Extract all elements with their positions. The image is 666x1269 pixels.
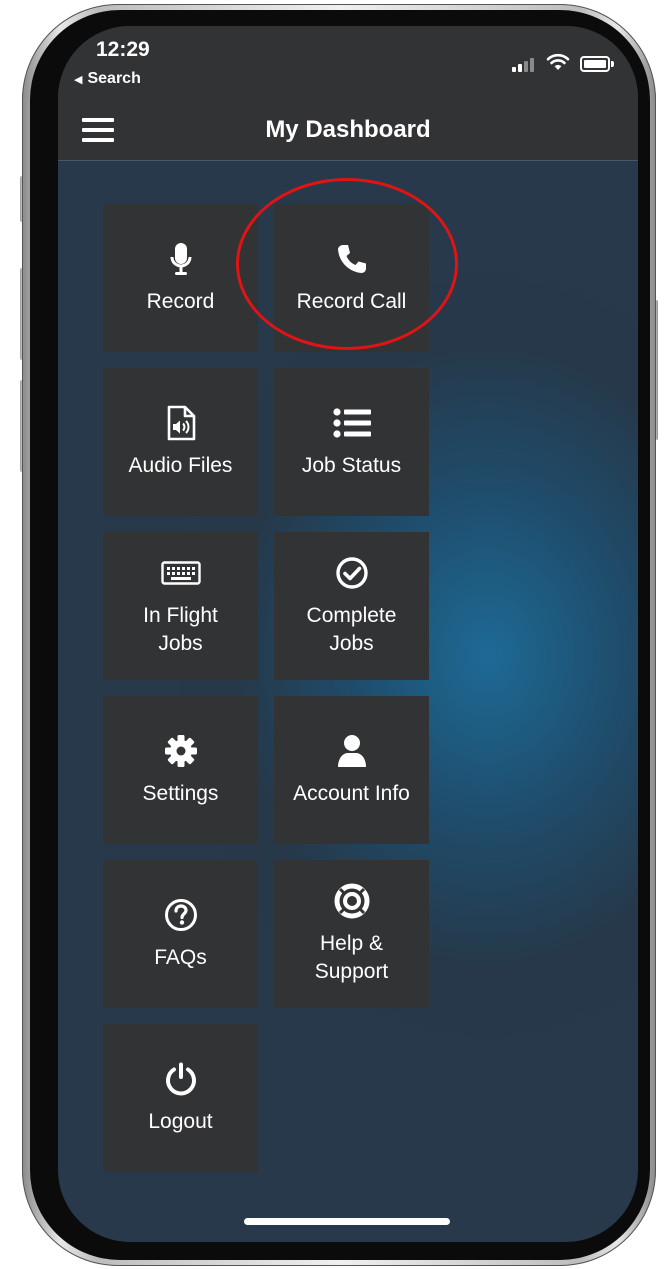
phone-icon: [336, 240, 368, 278]
job-status-label: Job Status: [301, 454, 402, 477]
in-flight-jobs-tile[interactable]: In Flight Jobs: [103, 532, 258, 680]
list-icon: [332, 404, 371, 442]
account-info-label: Account Info: [293, 782, 410, 805]
record-label: Record: [146, 290, 215, 313]
power-icon: [164, 1060, 198, 1098]
record-tile[interactable]: Record: [103, 204, 258, 352]
back-search-label: Search: [87, 70, 141, 87]
phone-screen: 12:29 ◀ Search My Dashboard Record Recor…: [58, 26, 638, 1242]
help-support-label: Help & Support: [314, 932, 389, 983]
logout-tile[interactable]: Logout: [103, 1024, 258, 1172]
faqs-tile[interactable]: FAQs: [103, 860, 258, 1008]
record-call-tile[interactable]: Record Call: [274, 204, 429, 352]
faqs-label: FAQs: [154, 946, 207, 969]
logout-label: Logout: [148, 1110, 213, 1133]
page-title: My Dashboard: [265, 116, 431, 143]
microphone-icon: [170, 240, 192, 278]
battery-icon: [580, 56, 610, 72]
app-header: My Dashboard: [58, 104, 638, 161]
account-info-tile[interactable]: Account Info: [274, 696, 429, 844]
audio-file-icon: [166, 404, 196, 442]
help-support-tile[interactable]: Help & Support: [274, 860, 429, 1008]
settings-tile[interactable]: Settings: [103, 696, 258, 844]
settings-label: Settings: [142, 782, 219, 805]
in-flight-jobs-label: In Flight Jobs: [143, 604, 218, 655]
check-circle-icon: [335, 554, 369, 592]
record-call-label: Record Call: [296, 290, 407, 313]
menu-icon[interactable]: [82, 118, 114, 144]
status-bar: 12:29 ◀ Search: [58, 26, 638, 104]
home-indicator: [244, 1218, 450, 1225]
job-status-tile[interactable]: Job Status: [274, 368, 429, 516]
audio-files-tile[interactable]: Audio Files: [103, 368, 258, 516]
audio-files-label: Audio Files: [128, 454, 233, 477]
back-to-search-link[interactable]: ◀ Search: [74, 70, 141, 88]
life-ring-icon: [333, 882, 371, 920]
wifi-icon: [546, 53, 570, 70]
gear-icon: [164, 732, 198, 770]
status-time: 12:29: [96, 38, 150, 61]
complete-jobs-label: Complete Jobs: [306, 604, 397, 655]
keyboard-icon: [160, 554, 201, 592]
back-arrow-icon: ◀: [74, 73, 83, 86]
battery-tip: [611, 61, 614, 67]
user-icon: [337, 732, 367, 770]
cellular-signal-icon: [512, 56, 538, 72]
complete-jobs-tile[interactable]: Complete Jobs: [274, 532, 429, 680]
question-circle-icon: [164, 896, 198, 934]
